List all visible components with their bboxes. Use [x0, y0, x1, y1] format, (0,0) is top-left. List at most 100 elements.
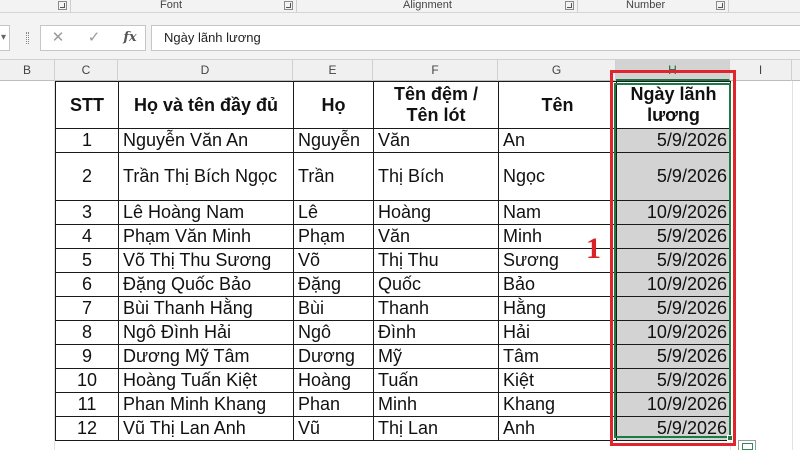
cell-pay-date[interactable]: 5/9/2026	[616, 152, 731, 201]
header-middle-name[interactable]: Tên đệm / Tên lót	[373, 81, 499, 129]
cell-last-name[interactable]: Phạm	[293, 224, 374, 249]
cell-last-name[interactable]: Bùi	[293, 296, 374, 321]
cell-pay-date[interactable]: 5/9/2026	[616, 248, 731, 273]
cell-middle-name[interactable]: Minh	[373, 392, 499, 417]
cell-stt[interactable]: 6	[55, 272, 119, 297]
cell-first-name[interactable]: Hằng	[498, 296, 617, 321]
cell-first-name[interactable]: Bảo	[498, 272, 617, 297]
cell-stt[interactable]: 12	[55, 416, 119, 441]
cell-last-name[interactable]: Lê	[293, 200, 374, 225]
number-dialog-launcher-icon[interactable]	[716, 1, 725, 10]
column-header-b[interactable]: B	[0, 60, 55, 81]
cell-full-name[interactable]: Đặng Quốc Bảo	[118, 272, 294, 297]
cell-pay-date[interactable]: 5/9/2026	[616, 368, 731, 393]
cell-full-name[interactable]: Võ Thị Thu Sương	[118, 248, 294, 273]
name-box[interactable]: ▾	[0, 25, 10, 51]
cell-stt[interactable]: 5	[55, 248, 119, 273]
column-header-e[interactable]: E	[293, 60, 373, 81]
cell-last-name[interactable]: Phan	[293, 392, 374, 417]
column-header-i[interactable]: I	[730, 60, 792, 81]
cell-stt[interactable]: 8	[55, 320, 119, 345]
cell-middle-name[interactable]: Thanh	[373, 296, 499, 321]
formula-bar: ▾ ✕ ✓ fx Ngày lãnh lương	[0, 13, 800, 61]
header-pay-date[interactable]: Ngày lãnh lương	[616, 81, 731, 129]
cell-stt[interactable]: 11	[55, 392, 119, 417]
cell-middle-name[interactable]: Văn	[373, 128, 499, 153]
worksheet-grid[interactable]: STT Họ và tên đầy đủ Họ Tên đệm / Tên ló…	[0, 81, 800, 450]
formula-bar-grip-icon[interactable]	[26, 32, 29, 44]
cell-middle-name[interactable]: Thị Bích	[373, 152, 499, 201]
clipboard-dialog-launcher-icon[interactable]	[58, 1, 67, 10]
cell-last-name[interactable]: Vũ	[293, 416, 374, 441]
name-box-dropdown-icon[interactable]: ▾	[1, 32, 6, 43]
cell-full-name[interactable]: Nguyễn Văn An	[118, 128, 294, 153]
cell-stt[interactable]: 4	[55, 224, 119, 249]
insert-function-button[interactable]: fx	[117, 29, 143, 47]
cell-full-name[interactable]: Vũ Thị Lan Anh	[118, 416, 294, 441]
cell-last-name[interactable]: Dương	[293, 344, 374, 369]
cell-full-name[interactable]: Bùi Thanh Hằng	[118, 296, 294, 321]
font-dialog-launcher-icon[interactable]	[284, 1, 293, 10]
cell-full-name[interactable]: Phạm Văn Minh	[118, 224, 294, 249]
alignment-dialog-launcher-icon[interactable]	[565, 1, 574, 10]
cell-first-name[interactable]: An	[498, 128, 617, 153]
cell-stt[interactable]: 10	[55, 368, 119, 393]
cell-last-name[interactable]: Nguyễn	[293, 128, 374, 153]
cell-pay-date[interactable]: 10/9/2026	[616, 392, 731, 417]
cell-first-name[interactable]: Hải	[498, 320, 617, 345]
header-first-name[interactable]: Tên	[498, 81, 617, 129]
cell-first-name[interactable]: Ngọc	[498, 152, 617, 201]
formula-input[interactable]: Ngày lãnh lương	[151, 25, 800, 51]
cell-pay-date[interactable]: 5/9/2026	[616, 296, 731, 321]
cell-full-name[interactable]: Lê Hoàng Nam	[118, 200, 294, 225]
cell-stt[interactable]: 2	[55, 152, 119, 201]
cell-last-name[interactable]: Ngô	[293, 320, 374, 345]
cell-stt[interactable]: 7	[55, 296, 119, 321]
header-last-name[interactable]: Họ	[293, 81, 374, 129]
salary-table: STT Họ và tên đầy đủ Họ Tên đệm / Tên ló…	[55, 81, 731, 441]
cell-pay-date[interactable]: 10/9/2026	[616, 200, 731, 225]
cell-pay-date[interactable]: 5/9/2026	[616, 344, 731, 369]
cell-first-name[interactable]: Anh	[498, 416, 617, 441]
cell-middle-name[interactable]: Quốc	[373, 272, 499, 297]
cell-first-name[interactable]: Nam	[498, 200, 617, 225]
column-header-h[interactable]: H	[616, 60, 730, 81]
column-header-g[interactable]: G	[498, 60, 616, 81]
cell-middle-name[interactable]: Tuấn	[373, 368, 499, 393]
column-header-c[interactable]: C	[55, 60, 118, 81]
cell-first-name[interactable]: Tâm	[498, 344, 617, 369]
cell-stt[interactable]: 9	[55, 344, 119, 369]
cell-stt[interactable]: 1	[55, 128, 119, 153]
cell-full-name[interactable]: Ngô Đình Hải	[118, 320, 294, 345]
cell-middle-name[interactable]: Đình	[373, 320, 499, 345]
cell-pay-date[interactable]: 10/9/2026	[616, 320, 731, 345]
cell-pay-date[interactable]: 10/9/2026	[616, 272, 731, 297]
cell-last-name[interactable]: Đặng	[293, 272, 374, 297]
cell-last-name[interactable]: Hoàng	[293, 368, 374, 393]
cancel-icon[interactable]: ✕	[45, 29, 71, 47]
cell-middle-name[interactable]: Hoàng	[373, 200, 499, 225]
header-full-name[interactable]: Họ và tên đầy đủ	[118, 81, 294, 129]
cell-full-name[interactable]: Dương Mỹ Tâm	[118, 344, 294, 369]
column-header-f[interactable]: F	[373, 60, 498, 81]
cell-pay-date[interactable]: 5/9/2026	[616, 224, 731, 249]
quick-analysis-icon[interactable]	[738, 440, 756, 450]
cell-stt[interactable]: 3	[55, 200, 119, 225]
header-stt[interactable]: STT	[55, 81, 119, 129]
cell-middle-name[interactable]: Mỹ	[373, 344, 499, 369]
cell-first-name[interactable]: Kiệt	[498, 368, 617, 393]
cell-middle-name[interactable]: Văn	[373, 224, 499, 249]
fill-handle[interactable]	[727, 435, 733, 441]
cell-pay-date[interactable]: 5/9/2026	[616, 128, 731, 153]
cell-first-name[interactable]: Khang	[498, 392, 617, 417]
cell-full-name[interactable]: Phan Minh Khang	[118, 392, 294, 417]
cell-pay-date[interactable]: 5/9/2026	[616, 416, 731, 441]
cell-middle-name[interactable]: Thị Thu	[373, 248, 499, 273]
cell-full-name[interactable]: Hoàng Tuấn Kiệt	[118, 368, 294, 393]
enter-check-icon[interactable]: ✓	[81, 29, 107, 47]
column-header-d[interactable]: D	[118, 60, 293, 81]
cell-last-name[interactable]: Trần	[293, 152, 374, 201]
cell-middle-name[interactable]: Thị Lan	[373, 416, 499, 441]
cell-last-name[interactable]: Võ	[293, 248, 374, 273]
cell-full-name[interactable]: Trần Thị Bích Ngọc	[118, 152, 294, 201]
